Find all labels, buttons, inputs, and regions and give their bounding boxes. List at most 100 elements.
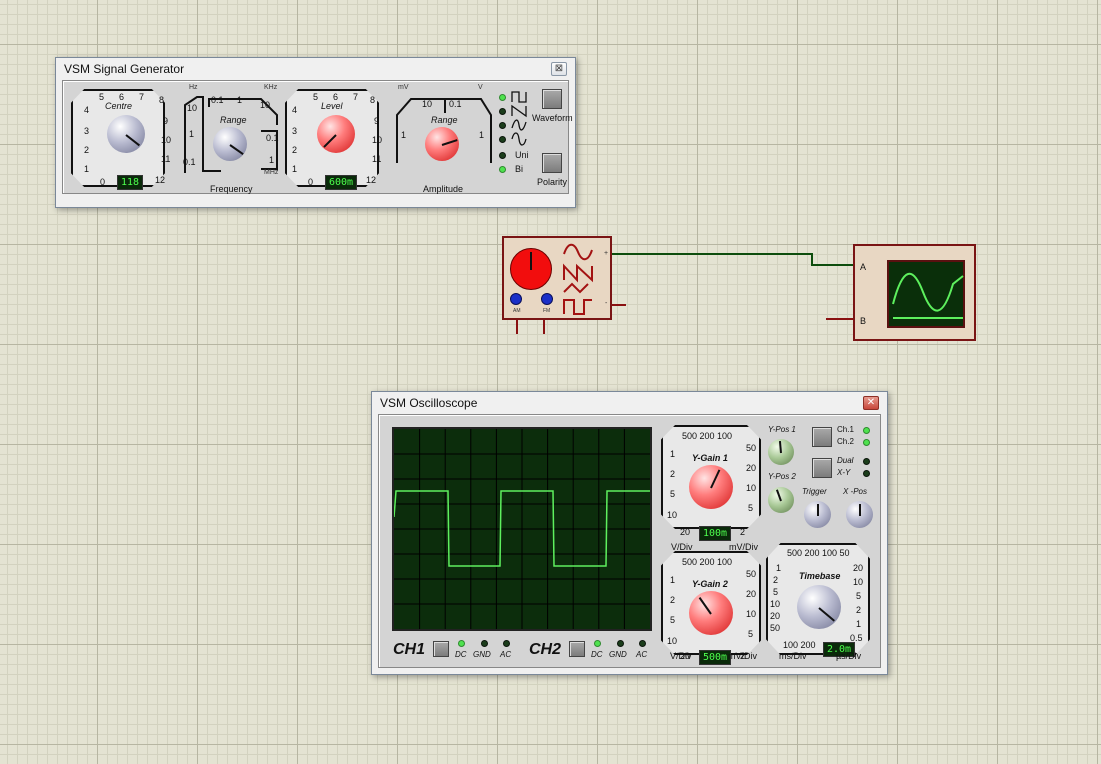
freq-range-knob[interactable]	[213, 127, 247, 161]
dual-mode-led	[863, 458, 870, 465]
fm-knob-icon	[541, 293, 553, 305]
ypos2-knob[interactable]	[768, 487, 794, 513]
timebase-left-5: 5	[773, 587, 779, 597]
signal-generator-titlebar[interactable]: VSM Signal Generator ⊠	[62, 58, 569, 80]
freq-scale-1-right: 1	[269, 155, 275, 165]
level-scale-7: 7	[353, 92, 359, 102]
ch2-display-label: Ch.2	[837, 437, 854, 446]
freq-scale-0.1-left: 0.1	[183, 157, 196, 167]
centre-readout: 118	[117, 175, 144, 190]
centre-scale-3: 3	[84, 126, 90, 136]
amplitude-caption: Amplitude	[423, 184, 464, 194]
centre-scale-2: 2	[84, 145, 90, 155]
xpos-knob[interactable]	[846, 501, 873, 528]
bi-label: Bi	[515, 164, 524, 174]
centre-scale-8: 8	[159, 95, 165, 105]
ch2-ac-led	[639, 640, 646, 647]
ygain1-right-20: 20	[746, 463, 757, 473]
amp-scale-0.1: 0.1	[449, 99, 462, 109]
ygain2-unit-right-visible: mV/Div	[728, 651, 757, 661]
waveform-led-square	[499, 94, 506, 101]
channel-select-button[interactable]	[812, 427, 832, 447]
channel-a-pin-label: A	[860, 262, 867, 272]
ygain2-left-10: 10	[667, 636, 678, 646]
centre-scale-6: 6	[119, 92, 125, 102]
timebase-bottom-scale: 100 200	[783, 640, 816, 650]
ch2-display-led	[863, 439, 870, 446]
ygain2-right-5: 5	[748, 629, 754, 639]
level-scale-10: 10	[372, 135, 383, 145]
generator-plus-terminal: +	[604, 250, 609, 257]
scope-screen	[392, 427, 652, 631]
timebase-right-5: 5	[856, 591, 862, 601]
trigger-knob[interactable]	[804, 501, 831, 528]
ch1-coupling-button[interactable]	[433, 641, 449, 657]
ch1-dc-label: DC	[455, 650, 467, 659]
ygain2-top-scale: 500 200 100	[682, 557, 733, 567]
oscilloscope-component[interactable]: A B	[853, 244, 976, 341]
mode-select-button[interactable]	[812, 458, 832, 478]
freq-range-label: Range	[220, 115, 247, 125]
mhz-label: MHz	[264, 169, 279, 176]
sawtooth-wave-icon	[511, 104, 527, 118]
centre-scale-5: 5	[99, 92, 105, 102]
ygain2-right-10: 10	[746, 609, 757, 619]
freq-scale-10-left: 10	[187, 103, 198, 113]
dual-mode-label: Dual	[837, 456, 854, 465]
timebase-knob[interactable]	[797, 585, 841, 629]
ch2-gnd-led	[617, 640, 624, 647]
signal-generator-title: VSM Signal Generator	[64, 62, 185, 76]
ch1-display-led	[863, 427, 870, 434]
timebase-left-10: 10	[770, 599, 781, 609]
amp-scale-1-right: 1	[479, 130, 485, 140]
fm-label: FM	[543, 308, 551, 314]
ygain2-left-5: 5	[670, 615, 676, 625]
centre-scale-0: 0	[100, 177, 106, 187]
timebase-left-20: 20	[770, 611, 781, 621]
close-icon[interactable]: ⊠	[551, 62, 567, 76]
ygain1-left-5: 5	[670, 489, 676, 499]
generator-symbol-knob	[510, 248, 552, 290]
timebase-unit-left-visible: ms/Div	[779, 651, 807, 661]
timebase-right-20: 20	[853, 563, 864, 573]
ygain1-right-5: 5	[748, 503, 754, 513]
ygain1-left-10: 10	[667, 510, 678, 520]
ch2-dc-led	[594, 640, 601, 647]
amp-range-knob[interactable]	[425, 127, 459, 161]
ypos1-knob[interactable]	[768, 439, 794, 465]
am-label: AM	[513, 308, 521, 314]
waveform-led-sawtooth	[499, 108, 506, 115]
waveform-button[interactable]	[542, 89, 562, 109]
centre-scale-1: 1	[84, 164, 90, 174]
ygain1-knob[interactable]	[689, 465, 733, 509]
signal-generator-panel: Centre 4 5 6 7 8 3 9 2 10 1 11 0 12 118 …	[62, 80, 573, 194]
close-icon[interactable]: ✕	[863, 396, 879, 410]
amp-scale-10: 10	[422, 99, 433, 109]
signal-generator-window: VSM Signal Generator ⊠ Centre 4 5 6 7 8 …	[55, 57, 576, 208]
centre-knob[interactable]	[107, 115, 145, 153]
khz-label: KHz	[264, 84, 278, 91]
freq-scale-10-top: 10	[260, 100, 271, 110]
ygain1-readout: 100m	[699, 526, 732, 541]
ygain1-left-1: 1	[670, 449, 676, 459]
uni-led	[499, 152, 506, 159]
centre-scale-11: 11	[161, 154, 171, 164]
level-label: Level	[321, 101, 343, 111]
xy-mode-led	[863, 470, 870, 477]
level-scale-2: 2	[292, 145, 298, 155]
ygain2-knob[interactable]	[689, 591, 733, 635]
uni-label: Uni	[515, 150, 529, 160]
timebase-label: Timebase	[799, 571, 841, 581]
level-scale-1: 1	[292, 164, 298, 174]
ch2-coupling-button[interactable]	[569, 641, 585, 657]
polarity-button[interactable]	[542, 153, 562, 173]
ygain1-right-10: 10	[746, 483, 757, 493]
signal-generator-component[interactable]: AM FM + -	[502, 236, 612, 320]
ypos1-label: Y-Pos 1	[768, 425, 796, 434]
ygain2-left-2: 2	[670, 595, 676, 605]
level-knob[interactable]	[317, 115, 355, 153]
oscilloscope-titlebar[interactable]: VSM Oscilloscope ✕	[378, 392, 881, 414]
frequency-caption: Frequency	[210, 184, 253, 194]
waveform-led-sine	[499, 136, 506, 143]
oscilloscope-panel: CH1 DC GND AC CH2 DC GND AC 500 200 100 …	[378, 414, 881, 668]
